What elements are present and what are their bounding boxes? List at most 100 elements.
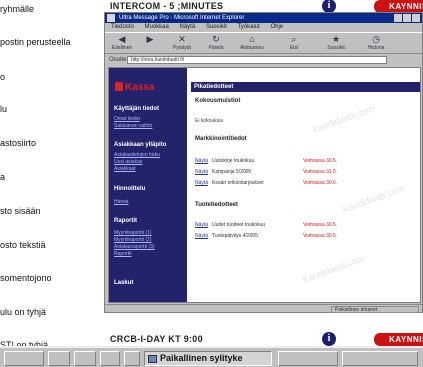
sidebar-link[interactable]: Hinnat — [114, 199, 128, 205]
list-item: Näytä Tuotepäivitys 4/2005 Voimassa 30.5… — [195, 233, 415, 240]
background-row: CRCB-I-DAY KT 9:00 i KAYNNISTA — [104, 332, 423, 346]
show-link[interactable]: Näytä — [195, 233, 208, 239]
browser-window: Ultra Message Pro - Microsoft Internet E… — [104, 12, 423, 313]
menu-help[interactable]: Ohje — [270, 24, 283, 30]
logo-text: Kassa — [125, 82, 155, 93]
item-name: Kesän erikoistarjoukset — [212, 180, 264, 186]
sidebar-link[interactable]: Omat tiedot — [114, 116, 140, 122]
menu-edit[interactable]: Muokkaa — [144, 24, 168, 30]
back-button[interactable]: ◀ Edellinen — [109, 35, 135, 53]
stop-icon: ✕ — [178, 34, 186, 44]
forward-arrow-icon: ▶ — [146, 34, 154, 44]
background-list-item: lu — [0, 104, 8, 114]
lock-icon — [115, 82, 123, 91]
refresh-icon: ↻ — [212, 34, 220, 44]
toolbar: ◀ Edellinen ▶ ✕ Pysäytä ↻ Päivitä ⌂ Aloituss… — [105, 32, 422, 54]
section-heading: Markkinointitiedot — [195, 136, 247, 142]
list-item: Näytä Uutiskirje toukokuu Voimassa 30.5. — [195, 158, 415, 165]
background-list-item: sto sisään — [0, 206, 41, 216]
sidebar-heading: Raportit — [114, 218, 137, 224]
section-heading: Tuotetiedotteet — [195, 202, 238, 208]
taskbar-slot[interactable] — [342, 351, 418, 366]
history-label: Historia — [367, 45, 385, 51]
background-list-item: postin perusteella — [0, 37, 71, 47]
sidebar-link[interactable]: Asiakasraportti (3) — [114, 244, 155, 250]
window-titlebar[interactable]: Ultra Message Pro - Microsoft Internet E… — [105, 13, 422, 23]
stop-button[interactable]: ✕ Pysäytä — [169, 35, 195, 53]
home-label: Aloitussivu — [240, 45, 264, 51]
taskbar-slot[interactable] — [124, 351, 140, 366]
page-content: Kassa Käyttäjän tiedot Omat tiedot Salas… — [108, 67, 421, 303]
taskbar-slot[interactable] — [4, 351, 44, 366]
back-label: Edellinen — [111, 45, 133, 51]
favorites-icon: ★ — [331, 34, 341, 44]
taskbar: Paikallinen sylityke — [0, 346, 423, 367]
show-link[interactable]: Näytä — [195, 180, 208, 186]
background-list-item: ulu on tyhjä — [0, 307, 47, 317]
main-panel: Pikatiedotteet Kokousmuistiot Ei kokouks… — [191, 68, 420, 302]
list-item: Näytä Uudet tuotteet toukokuu Voimassa 3… — [195, 222, 415, 229]
favorites-button[interactable]: ★ Suosikit — [323, 35, 349, 53]
address-input[interactable]: http://intra.kandidaatti.fi/ — [127, 56, 387, 64]
sidebar-link[interactable]: Myyntiraportti (2) — [114, 237, 152, 243]
sidebar-link[interactable]: Raportti — [114, 251, 132, 257]
window-title: Ultra Message Pro - Microsoft Internet E… — [119, 15, 245, 21]
watermark: Kandidaatti.com — [341, 183, 406, 215]
sidebar-link[interactable]: Asiakkaat — [114, 166, 136, 172]
sidebar-link[interactable]: Asiakastietojen haku — [114, 152, 160, 158]
screen: ryhmälle postin perusteella o lu astosii… — [0, 0, 423, 367]
section-heading: Kokousmuistiot — [195, 98, 241, 104]
taskbar-slot[interactable] — [100, 351, 120, 366]
sidebar-heading: Hinnoittelu — [114, 186, 146, 192]
refresh-label: Päivitä — [208, 45, 224, 51]
row-code: INTERCOM - 5 ;MINUTES — [110, 1, 224, 11]
taskbar-slot[interactable] — [74, 351, 96, 366]
item-name: Kampanja 5/2005 — [212, 169, 252, 175]
sidebar-link[interactable]: Myyntiraportti (1) — [114, 230, 152, 236]
close-icon[interactable] — [412, 14, 420, 22]
menu-favorites[interactable]: Suosikit — [206, 24, 227, 30]
search-icon: ⌕ — [291, 34, 297, 44]
menu-file[interactable]: Tiedosto — [111, 24, 134, 30]
sidebar: Kassa Käyttäjän tiedot Omat tiedot Salas… — [109, 68, 187, 302]
background-list-item: o — [0, 72, 6, 82]
minimize-icon[interactable] — [394, 14, 402, 22]
show-link[interactable]: Näytä — [195, 158, 208, 164]
logo: Kassa — [115, 82, 154, 93]
history-button[interactable]: ◷ Historia — [363, 35, 389, 53]
forward-button[interactable]: ▶ — [137, 35, 163, 53]
back-arrow-icon: ◀ — [118, 34, 126, 44]
item-date: Voimassa 31.5. — [303, 169, 338, 175]
background-list-item: a — [0, 172, 6, 182]
watermark: Kandidaatti.com — [311, 103, 376, 135]
info-icon[interactable]: i — [322, 332, 336, 346]
home-button[interactable]: ⌂ Aloitussivu — [239, 35, 265, 53]
address-label: Osoite — [109, 57, 127, 63]
item-date: Voimassa 30.5. — [303, 158, 338, 164]
item-date: Voimassa 30.5. — [303, 233, 338, 239]
list-item: Näytä Kampanja 5/2005 Voimassa 31.5. — [195, 169, 415, 176]
sidebar-heading: Laskut — [114, 280, 134, 286]
sidebar-link[interactable]: Uusi asiakas — [114, 159, 142, 165]
item-name: Uudet tuotteet toukokuu — [212, 222, 266, 228]
row-code: CRCB-I-DAY KT 9:00 — [110, 334, 203, 344]
sidebar-heading: Asiakkaan ylläpito — [114, 142, 167, 148]
show-link[interactable]: Näytä — [195, 222, 208, 228]
refresh-button[interactable]: ↻ Päivitä — [203, 35, 229, 53]
sidebar-link[interactable]: Salasanan vaihto — [114, 123, 152, 129]
stop-label: Pysäytä — [173, 45, 191, 51]
menu-tools[interactable]: Työkalut — [237, 24, 259, 30]
menu-view[interactable]: Näytä — [180, 24, 196, 30]
start-button[interactable]: KAYNNISTA — [374, 333, 423, 346]
show-link[interactable]: Näytä — [195, 169, 208, 175]
watermark: Kandidaatti.com — [301, 253, 366, 285]
taskbar-active-item[interactable]: Paikallinen sylityke — [144, 351, 272, 366]
background-list-item: ryhmälle — [0, 4, 35, 14]
search-button[interactable]: ⌕ Etsi — [281, 35, 307, 53]
page-title: Pikatiedotteet — [191, 82, 420, 92]
maximize-icon[interactable] — [403, 14, 411, 22]
item-date: Voimassa 30.6. — [303, 180, 338, 186]
taskbar-slot[interactable] — [278, 351, 338, 366]
taskbar-slot[interactable] — [48, 351, 70, 366]
security-zone: Paikallinen intranet — [331, 306, 419, 313]
